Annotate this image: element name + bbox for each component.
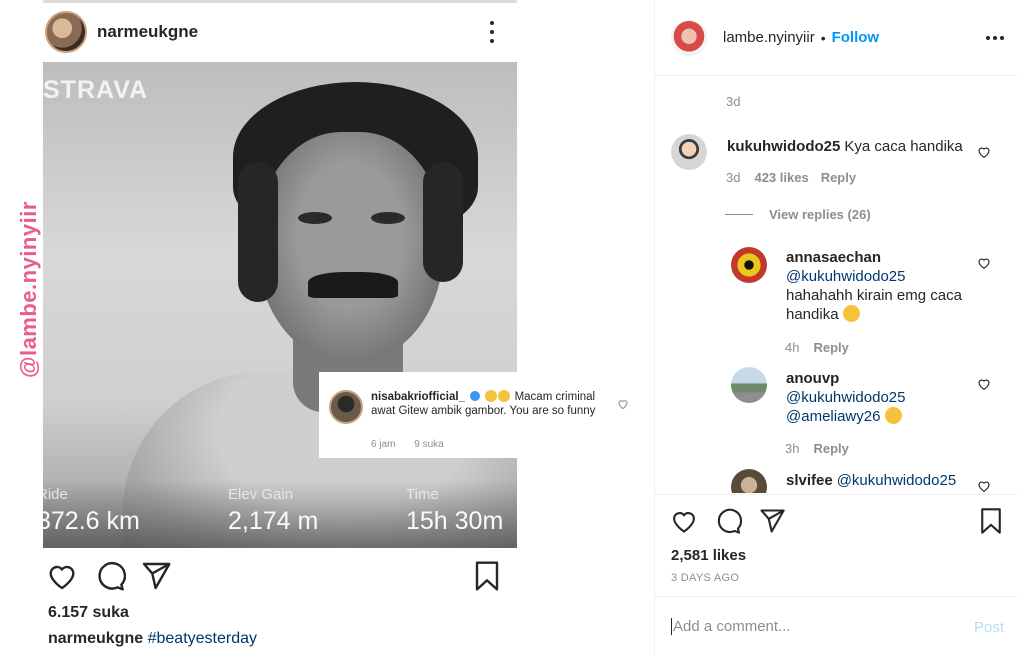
share-icon bbox=[142, 562, 171, 590]
reposted-username: narmeukgne bbox=[97, 22, 199, 41]
post-media[interactable]: narmeukgne STRAVA Ride 372.6 km bbox=[0, 0, 654, 656]
heart-icon[interactable] bbox=[977, 479, 991, 493]
heart-icon[interactable] bbox=[977, 377, 991, 391]
heart-icon bbox=[49, 565, 75, 590]
reply-mention[interactable]: @kukuhwidodo25 bbox=[786, 268, 905, 285]
more-options-icon[interactable] bbox=[986, 36, 1004, 40]
stat-value: 2,174 m bbox=[228, 507, 319, 535]
emoji-icon bbox=[884, 407, 902, 424]
reply-mention[interactable]: @kukuhwidodo25 bbox=[837, 472, 956, 489]
likes-count[interactable]: 2,581 likes bbox=[671, 547, 746, 564]
reposted-photo: STRAVA Ride 372.6 km Elev Gain 2,174 m T… bbox=[43, 62, 517, 548]
instagram-post-window: narmeukgne STRAVA Ride 372.6 km bbox=[0, 0, 1018, 656]
reply-text: slvifee @kukuhwidodo25 bbox=[786, 471, 976, 490]
reply-meta: 3h Reply bbox=[785, 441, 849, 456]
reply-body: hahahahh kirain emg caca handika bbox=[786, 287, 962, 323]
person-photo bbox=[103, 72, 517, 548]
stat-ride: Ride 372.6 km bbox=[43, 486, 140, 536]
divider bbox=[725, 214, 753, 215]
comment-meta: 3d 423 likes Reply bbox=[726, 170, 856, 185]
like-heart-icon[interactable] bbox=[670, 507, 698, 535]
reply-time: 4h bbox=[785, 340, 800, 355]
verified-icon bbox=[470, 391, 481, 401]
comment-body: Kya caca handika bbox=[844, 138, 963, 155]
reply-time: 3h bbox=[785, 441, 800, 456]
heart-icon bbox=[618, 400, 628, 410]
embedded-comment-meta: 6 jam 9 suka bbox=[371, 439, 460, 450]
reply-button[interactable]: Reply bbox=[813, 340, 848, 355]
embedded-comment-text: nisabakriofficial_ Macam criminal awat G… bbox=[371, 390, 611, 418]
view-replies-button[interactable]: View replies (26) bbox=[725, 207, 871, 222]
reply-username[interactable]: annasaechan bbox=[786, 249, 881, 266]
emoji-icon bbox=[485, 390, 498, 402]
reply-meta: 4h Reply bbox=[785, 340, 849, 355]
stat-label: Time bbox=[406, 486, 439, 503]
comment-likes[interactable]: 423 likes bbox=[754, 170, 808, 185]
add-comment-input[interactable] bbox=[671, 618, 961, 635]
bookmark-icon[interactable] bbox=[977, 507, 1005, 535]
emoji-icon bbox=[842, 305, 860, 322]
comment-composer: Post bbox=[655, 596, 1018, 656]
avatar[interactable] bbox=[731, 367, 767, 403]
avatar[interactable] bbox=[731, 469, 767, 493]
comment-text: kukuhwidodo25 Kya caca handika bbox=[727, 137, 967, 156]
embedded-comment-time: 6 jam bbox=[371, 439, 396, 450]
comment-icon[interactable] bbox=[714, 507, 742, 535]
reply-mention[interactable]: @kukuhwidodo25 bbox=[786, 389, 905, 406]
clipped-comment-text bbox=[725, 77, 895, 79]
embedded-comment: nisabakriofficial_ Macam criminal awat G… bbox=[319, 372, 639, 458]
follow-button[interactable]: Follow bbox=[832, 29, 880, 46]
stat-elev-gain: Elev Gain 2,174 m bbox=[228, 486, 318, 536]
reposted-header: narmeukgne bbox=[43, 8, 517, 56]
stat-label: Elev Gain bbox=[228, 486, 294, 503]
more-icon bbox=[489, 21, 495, 43]
reply-button[interactable]: Reply bbox=[813, 441, 848, 456]
avatar bbox=[45, 11, 87, 53]
heart-icon[interactable] bbox=[977, 145, 991, 159]
reply-text: annasaechan @kukuhwidodo25 hahahahh kira… bbox=[786, 248, 966, 324]
reposted-actions bbox=[43, 558, 517, 594]
stat-value: 15h 30m bbox=[406, 507, 504, 535]
embedded-comment-likes: 9 suka bbox=[414, 439, 444, 450]
post-comment-button[interactable]: Post bbox=[974, 619, 1004, 636]
caption-username: narmeukgne bbox=[48, 630, 144, 647]
comments-panel: lambe.nyinyiir • Follow 3d kukuhwidodo25… bbox=[655, 0, 1018, 656]
comment-username[interactable]: kukuhwidodo25 bbox=[727, 138, 840, 155]
share-icon[interactable] bbox=[758, 507, 786, 535]
divider bbox=[43, 0, 517, 3]
emoji-icon bbox=[498, 390, 511, 402]
embedded-username: nisabakriofficial_ bbox=[371, 391, 465, 403]
separator-dot: • bbox=[820, 29, 826, 46]
stat-time: Time 15h 30m bbox=[406, 486, 503, 536]
caption-hashtag: #beatyesterday bbox=[147, 630, 257, 647]
comment-time: 3d bbox=[726, 94, 741, 109]
post-timestamp[interactable]: 3 DAYS AGO bbox=[671, 572, 739, 584]
avatar[interactable] bbox=[731, 247, 767, 283]
stat-label: Ride bbox=[43, 486, 68, 503]
avatar bbox=[329, 390, 363, 424]
post-actions: 2,581 likes 3 DAYS AGO bbox=[655, 494, 1018, 596]
strava-logo: STRAVA bbox=[43, 76, 149, 104]
post-header: lambe.nyinyiir • Follow bbox=[655, 0, 1018, 76]
reposted-caption: narmeukgne #beatyesterday bbox=[48, 630, 257, 648]
reply-username[interactable]: anouvp bbox=[786, 370, 839, 387]
strava-stats: Ride 372.6 km Elev Gain 2,174 m Time 15h… bbox=[43, 480, 517, 548]
view-replies-label: View replies (26) bbox=[769, 207, 871, 222]
stat-value: 372.6 km bbox=[43, 507, 140, 535]
author-username[interactable]: lambe.nyinyiir bbox=[723, 29, 815, 46]
watermark: @lambe.nyinyiir bbox=[16, 138, 46, 378]
bookmark-icon bbox=[475, 561, 499, 591]
reply-username[interactable]: slvifee bbox=[786, 472, 833, 489]
avatar[interactable] bbox=[671, 134, 707, 170]
author-avatar[interactable] bbox=[671, 19, 707, 56]
watermark-text: @lambe.nyinyiir bbox=[16, 201, 41, 378]
comments-list[interactable]: 3d kukuhwidodo25 Kya caca handika 3d 423 l… bbox=[655, 77, 1018, 493]
reply-mention[interactable]: @ameliawy26 bbox=[786, 408, 880, 425]
reply-text: anouvp @kukuhwidodo25 @ameliawy26 bbox=[786, 369, 966, 426]
heart-icon[interactable] bbox=[977, 256, 991, 270]
reply-button[interactable]: Reply bbox=[821, 170, 856, 185]
reposted-likes: 6.157 suka bbox=[48, 604, 129, 621]
comment-icon bbox=[98, 562, 126, 591]
comment-time: 3d bbox=[726, 170, 741, 185]
